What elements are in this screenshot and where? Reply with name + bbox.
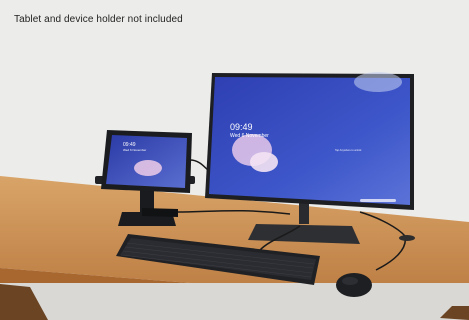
wallpaper-moon-shape <box>354 72 402 92</box>
dex-dock <box>142 208 178 217</box>
mouse <box>336 273 372 297</box>
desk-grommet <box>399 235 415 241</box>
photo-scene <box>0 0 469 320</box>
monitor-taskbar-icons <box>360 199 396 202</box>
monitor-date: Wed 6 November <box>230 133 269 139</box>
monitor-unlock-notice: Tap Anywhere to unlock <box>335 149 362 152</box>
mouse-highlight <box>342 277 358 285</box>
floor-area <box>0 283 469 320</box>
product-photo: 09:49 Wed 6 November Tap Anywhere to unl… <box>0 0 469 320</box>
monitor-clock: 09:49 <box>230 122 253 132</box>
tablet-date: Wed 6 November <box>123 148 147 152</box>
wallpaper-blob-shape-2 <box>250 152 278 172</box>
tablet-wallpaper-shape <box>134 160 162 176</box>
product-disclaimer-caption: Tablet and device holder not included <box>14 14 183 25</box>
